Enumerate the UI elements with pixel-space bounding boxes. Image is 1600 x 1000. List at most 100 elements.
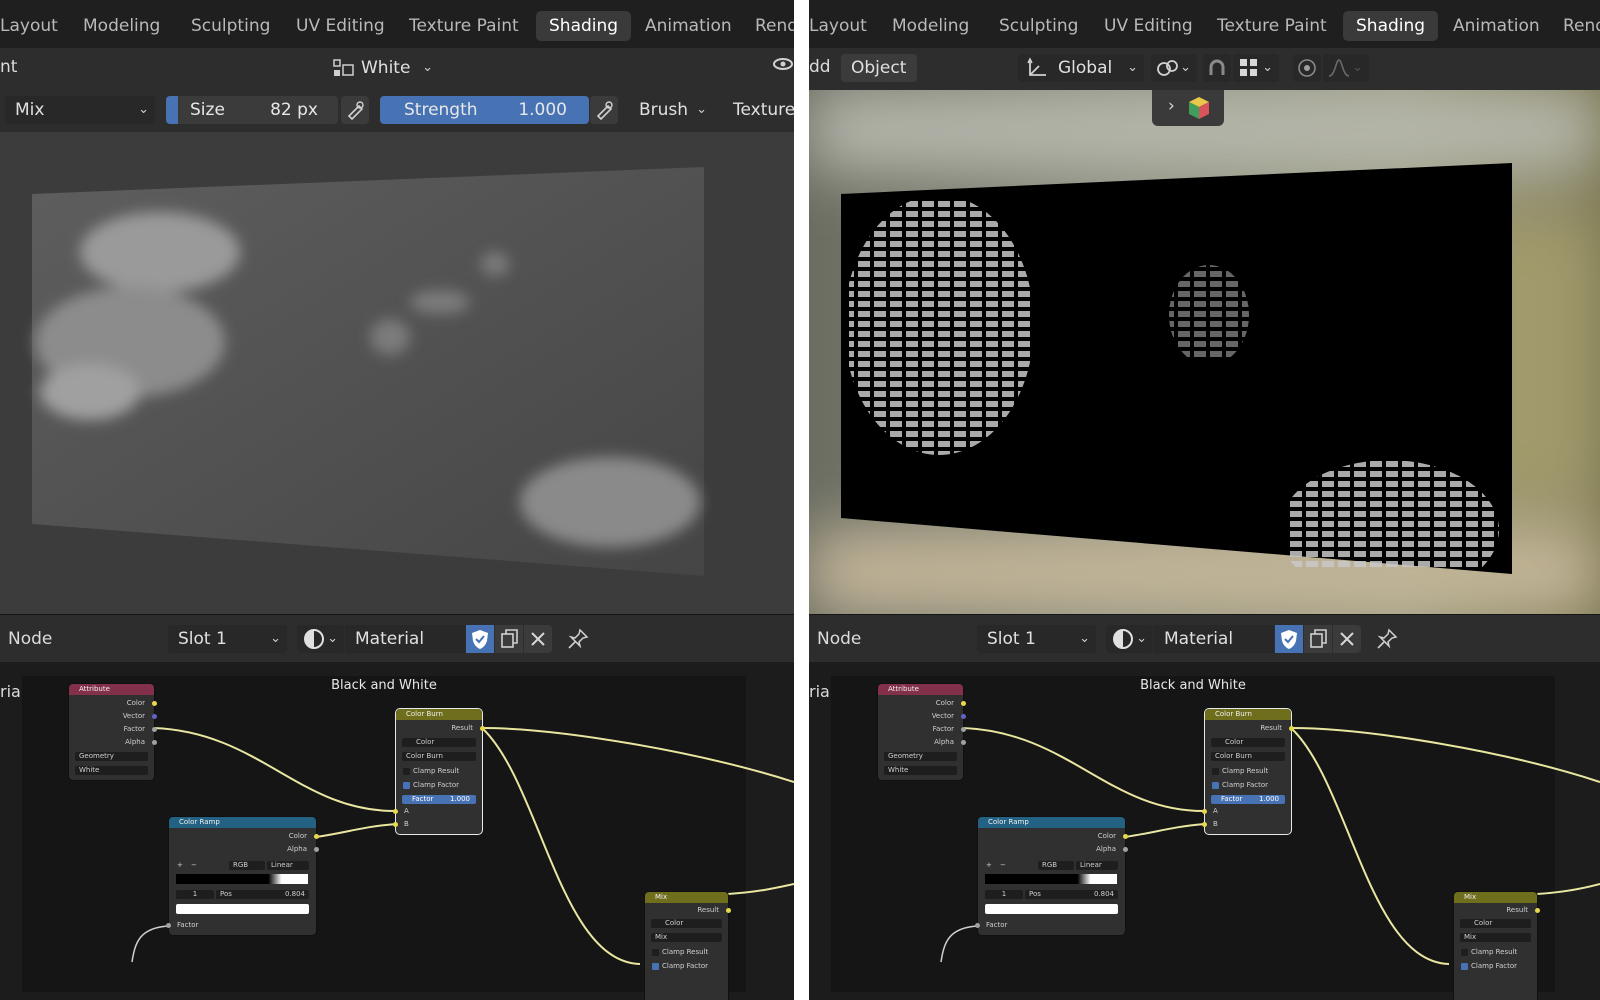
tab-uv-editing[interactable]: UV Editing xyxy=(283,11,398,41)
stop-color-swatch[interactable] xyxy=(985,904,1118,914)
clamp-factor-checkbox[interactable] xyxy=(652,963,659,970)
output-socket-color[interactable] xyxy=(314,834,319,839)
color-ramp-gradient[interactable] xyxy=(985,874,1117,884)
pin-icon[interactable] xyxy=(564,625,592,653)
falloff-dropdown[interactable]: ⌄ xyxy=(1323,54,1369,82)
attribute-type-dropdown[interactable]: Geometry xyxy=(75,752,148,761)
stop-position-field[interactable]: Pos 0.804 xyxy=(1025,890,1118,899)
color-mode-dropdown[interactable]: RGB xyxy=(229,861,265,870)
tab-uv-editing[interactable]: UV Editing xyxy=(1091,11,1206,41)
3d-viewport[interactable] xyxy=(0,132,794,614)
attribute-name-field[interactable]: White xyxy=(75,766,148,775)
clamp-factor-checkbox[interactable] xyxy=(403,782,410,789)
input-socket-a[interactable] xyxy=(1202,809,1207,814)
stop-index-field[interactable]: 1 xyxy=(985,890,1023,899)
tab-modeling[interactable]: Modeling xyxy=(70,11,173,41)
tab-animation[interactable]: Animation xyxy=(1440,11,1553,41)
output-socket-alpha[interactable] xyxy=(152,740,157,745)
input-socket-factor[interactable] xyxy=(975,923,980,928)
fake-user-shield-icon[interactable] xyxy=(466,625,494,653)
tab-shading[interactable]: Shading xyxy=(1343,11,1439,41)
node-menu[interactable]: Node xyxy=(817,629,861,649)
data-type-dropdown[interactable]: Color xyxy=(651,919,722,928)
transform-orientation-dropdown[interactable]: Global ⌄ xyxy=(1018,54,1144,82)
attribute-name-field[interactable]: White xyxy=(884,766,957,775)
node-editor-canvas[interactable]: rial Black and White Attribute Color Vec… xyxy=(809,662,1600,1000)
output-socket-alpha[interactable] xyxy=(961,740,966,745)
node-editor-canvas[interactable]: rial Black and White Attribute Color Vec… xyxy=(0,662,794,1000)
color-ramp-gradient[interactable] xyxy=(176,874,308,884)
color-ramp-node[interactable]: Color Ramp Color Alpha + − RGB Linear 1 … xyxy=(975,817,1128,935)
color-mode-dropdown[interactable]: RGB xyxy=(1038,861,1074,870)
output-socket-result[interactable] xyxy=(726,908,731,913)
factor-field[interactable]: Factor 1.000 xyxy=(1211,795,1285,804)
blend-type-dropdown[interactable]: Color Burn xyxy=(402,752,476,761)
output-socket-color[interactable] xyxy=(1123,834,1128,839)
input-socket-a[interactable] xyxy=(393,809,398,814)
clamp-result-checkbox[interactable] xyxy=(652,949,659,956)
gizmo-toggle-panel[interactable]: › xyxy=(1152,90,1224,126)
texture-menu[interactable]: Texture xyxy=(723,96,794,124)
duplicate-icon[interactable] xyxy=(495,625,523,653)
material-browse-button[interactable]: ⌄ xyxy=(1106,625,1153,653)
output-socket-result[interactable] xyxy=(1535,908,1540,913)
interpolation-dropdown[interactable]: Linear xyxy=(267,861,309,870)
gizmo-expand-icon[interactable]: › xyxy=(1168,96,1175,116)
slot-dropdown[interactable]: Slot 1 ⌄ xyxy=(977,625,1096,653)
fake-user-shield-icon[interactable] xyxy=(1275,625,1303,653)
stop-index-field[interactable]: 1 xyxy=(176,890,214,899)
tab-layout[interactable]: Layout xyxy=(0,11,71,41)
color-ramp-node[interactable]: Color Ramp Color Alpha + − RGB Linear 1 … xyxy=(166,817,319,935)
tab-animation[interactable]: Animation xyxy=(632,11,745,41)
brush-menu[interactable]: Brush ⌄ xyxy=(629,96,713,124)
mix-node[interactable]: Mix Result Color Mix Clamp Result Clamp … xyxy=(645,892,731,1000)
mix-node[interactable]: Mix Result Color Mix Clamp Result Clamp … xyxy=(1454,892,1540,1000)
output-socket-color[interactable] xyxy=(961,701,966,706)
attribute-node[interactable]: Attribute Color Vector Factor Alpha Geom… xyxy=(878,684,966,780)
output-socket-result[interactable] xyxy=(480,726,485,731)
close-icon[interactable] xyxy=(1333,625,1361,653)
color-burn-node[interactable]: Color Burn Result Color Color Burn Clamp… xyxy=(1202,709,1294,834)
node-menu[interactable]: Node xyxy=(8,629,52,649)
stop-position-field[interactable]: Pos 0.804 xyxy=(216,890,309,899)
material-browse-button[interactable]: ⌄ xyxy=(297,625,344,653)
output-socket-vector[interactable] xyxy=(961,714,966,719)
blend-mode-dropdown[interactable]: Mix ⌄ xyxy=(5,96,155,124)
clamp-factor-checkbox[interactable] xyxy=(1461,963,1468,970)
stop-color-swatch[interactable] xyxy=(176,904,309,914)
pin-icon[interactable] xyxy=(1373,625,1401,653)
tab-texture-paint[interactable]: Texture Paint xyxy=(396,11,532,41)
clamp-result-checkbox[interactable] xyxy=(1212,768,1219,775)
brush-size-field[interactable]: Size 82 px xyxy=(166,96,338,124)
material-name-field[interactable]: Material xyxy=(1154,625,1274,653)
snap-icon[interactable] xyxy=(1203,54,1231,82)
add-stop-button[interactable]: + xyxy=(986,861,992,869)
attribute-type-dropdown[interactable]: Geometry xyxy=(884,752,957,761)
object-menu[interactable]: Object xyxy=(841,54,917,82)
clamp-result-checkbox[interactable] xyxy=(403,768,410,775)
output-socket-vector[interactable] xyxy=(152,714,157,719)
input-socket-b[interactable] xyxy=(393,822,398,827)
duplicate-icon[interactable] xyxy=(1304,625,1332,653)
tab-texture-paint[interactable]: Texture Paint xyxy=(1204,11,1340,41)
output-socket-alpha[interactable] xyxy=(314,847,319,852)
input-socket-b[interactable] xyxy=(1202,822,1207,827)
eye-icon[interactable] xyxy=(769,54,794,82)
tab-sculpting[interactable]: Sculpting xyxy=(986,11,1091,41)
add-menu-cut[interactable]: dd xyxy=(809,57,831,77)
tab-rendering[interactable]: Rend xyxy=(742,11,794,41)
add-stop-button[interactable]: + xyxy=(177,861,183,869)
data-type-dropdown[interactable]: Color xyxy=(1211,738,1285,747)
3d-viewport-rendered[interactable]: › xyxy=(809,90,1600,614)
color-burn-node[interactable]: Color Burn Result Color Color Burn Clamp… xyxy=(393,709,485,834)
blend-type-dropdown[interactable]: Color Burn xyxy=(1211,752,1285,761)
factor-field[interactable]: Factor 1.000 xyxy=(402,795,476,804)
tab-rendering[interactable]: Rend xyxy=(1550,11,1600,41)
tab-shading[interactable]: Shading xyxy=(536,11,632,41)
blend-type-dropdown[interactable]: Mix xyxy=(651,933,722,942)
remove-stop-button[interactable]: − xyxy=(191,861,197,869)
clamp-result-checkbox[interactable] xyxy=(1461,949,1468,956)
interpolation-dropdown[interactable]: Linear xyxy=(1076,861,1118,870)
data-type-dropdown[interactable]: Color xyxy=(1460,919,1531,928)
remove-stop-button[interactable]: − xyxy=(1000,861,1006,869)
